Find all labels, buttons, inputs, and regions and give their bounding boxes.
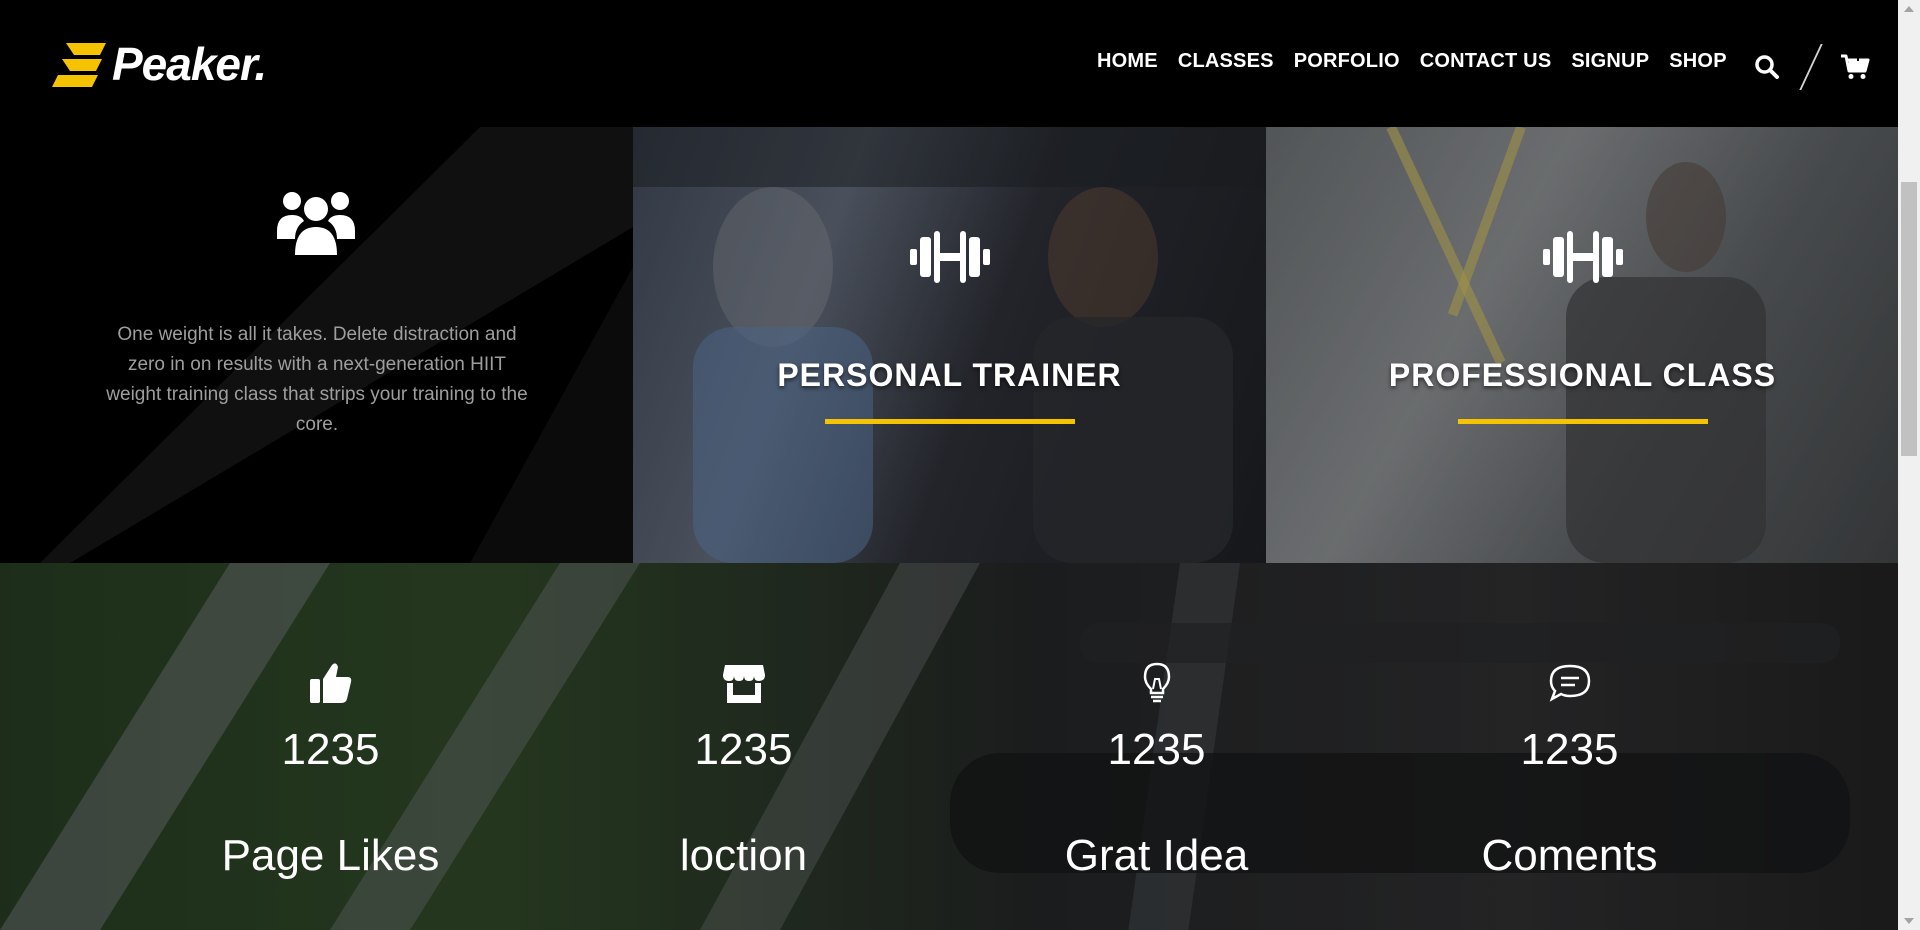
dumbbell-icon: [910, 231, 990, 283]
stat-label: Coments: [1481, 831, 1658, 880]
scroll-down-icon[interactable]: [1898, 912, 1920, 930]
logo-mark-icon: [52, 43, 106, 87]
card-title: PROFESSIONAL CLASS: [1388, 357, 1777, 393]
header-tools: [1750, 44, 1872, 90]
feature-card: One weight is all it takes. Delete distr…: [0, 127, 633, 563]
thumbs-up-icon: [310, 663, 352, 703]
stat-label: loction: [679, 831, 808, 880]
lightbulb-icon: [1143, 662, 1171, 703]
users-icon: [277, 192, 355, 255]
nav-item-home[interactable]: HOME: [1097, 50, 1158, 73]
vertical-scrollbar[interactable]: [1898, 0, 1920, 930]
header-divider: [1799, 44, 1823, 90]
logo[interactable]: Peaker.: [52, 38, 267, 90]
nav-item-porfolio[interactable]: PORFOLIO: [1294, 50, 1400, 73]
stat-value: 1235: [281, 725, 380, 774]
scrollbar-thumb[interactable]: [1901, 182, 1917, 456]
title-underline: [825, 419, 1075, 424]
site-header: Peaker. HOME CLASSES PORFOLIO CONTACT US…: [0, 0, 1898, 127]
nav-item-contact-us[interactable]: CONTACT US: [1420, 50, 1552, 73]
comment-icon: [1549, 664, 1591, 702]
store-icon: [723, 665, 765, 703]
card-title: PERSONAL TRAINER: [777, 357, 1122, 393]
stat-label: Grat Idea: [1064, 831, 1249, 880]
card-professional-class[interactable]: PROFESSIONAL CLASS: [1266, 127, 1899, 563]
card-overlay: [1266, 127, 1899, 563]
stat-value: 1235: [1107, 725, 1206, 774]
nav-item-signup[interactable]: SIGNUP: [1571, 50, 1649, 73]
hero-row: One weight is all it takes. Delete distr…: [0, 127, 1899, 563]
nav-item-classes[interactable]: CLASSES: [1178, 50, 1274, 73]
search-icon[interactable]: [1750, 47, 1784, 87]
title-underline: [1458, 419, 1708, 424]
nav-item-shop[interactable]: SHOP: [1669, 50, 1726, 73]
stats-section: 1235 Page Likes 1235 loction 1235 Grat I…: [0, 563, 1898, 930]
card-personal-trainer[interactable]: PERSONAL TRAINER: [633, 127, 1266, 563]
dumbbell-icon: [1543, 231, 1623, 283]
cart-icon[interactable]: [1838, 47, 1872, 87]
main-nav: HOME CLASSES PORFOLIO CONTACT US SIGNUP …: [1097, 50, 1727, 73]
scroll-up-icon[interactable]: [1898, 0, 1920, 18]
card-overlay: [633, 127, 1266, 563]
stat-value: 1235: [694, 725, 793, 774]
stat-label: Page Likes: [221, 831, 440, 880]
stat-value: 1235: [1520, 725, 1619, 774]
brand-name: Peaker.: [112, 38, 267, 90]
feature-description: One weight is all it takes. Delete distr…: [106, 324, 528, 435]
